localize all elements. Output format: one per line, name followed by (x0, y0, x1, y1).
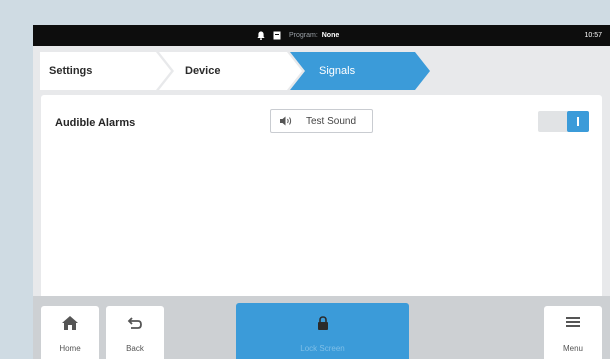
bell-icon (257, 31, 265, 40)
breadcrumb-item-device[interactable]: Device (185, 52, 220, 90)
lock-icon (317, 316, 329, 330)
program-label: Program: (289, 32, 318, 39)
status-bar: Program: None 10:57 (33, 25, 610, 46)
back-arrow-icon (127, 316, 143, 330)
test-sound-button[interactable]: Test Sound (270, 109, 373, 133)
menu-button[interactable]: Menu (544, 306, 602, 359)
audible-alarms-label: Audible Alarms (55, 117, 136, 129)
device-screen: Program: None 10:57 Settings Device Sign… (33, 25, 610, 359)
test-sound-label: Test Sound (306, 115, 357, 127)
program-icon (273, 31, 281, 40)
lock-screen-label: Lock Screen (300, 344, 345, 353)
breadcrumb-item-signals[interactable]: Signals (319, 52, 355, 90)
back-button[interactable]: Back (106, 306, 164, 359)
bottom-bar: Home Back Lock Screen Menu (33, 296, 610, 359)
home-label: Home (59, 344, 81, 353)
breadcrumb-item-device-shape[interactable] (159, 52, 302, 90)
speaker-icon (280, 116, 306, 126)
menu-label: Menu (562, 344, 583, 353)
breadcrumb: Settings Device Signals (33, 52, 610, 90)
home-button[interactable]: Home (41, 306, 99, 359)
menu-icon (566, 316, 580, 328)
toggle-thumb (567, 111, 589, 132)
breadcrumb-item-signals-shape[interactable] (290, 52, 430, 90)
back-label: Back (126, 344, 144, 353)
home-icon (62, 316, 78, 330)
program-value: None (321, 32, 340, 39)
settings-panel: Audible Alarms Test Sound (41, 95, 602, 316)
audible-alarms-toggle[interactable] (538, 111, 589, 132)
clock: 10:57 (584, 32, 602, 39)
status-bar-center: Program: None (257, 25, 339, 46)
breadcrumb-item-settings[interactable]: Settings (49, 52, 92, 90)
lock-screen-button[interactable]: Lock Screen (236, 303, 409, 359)
